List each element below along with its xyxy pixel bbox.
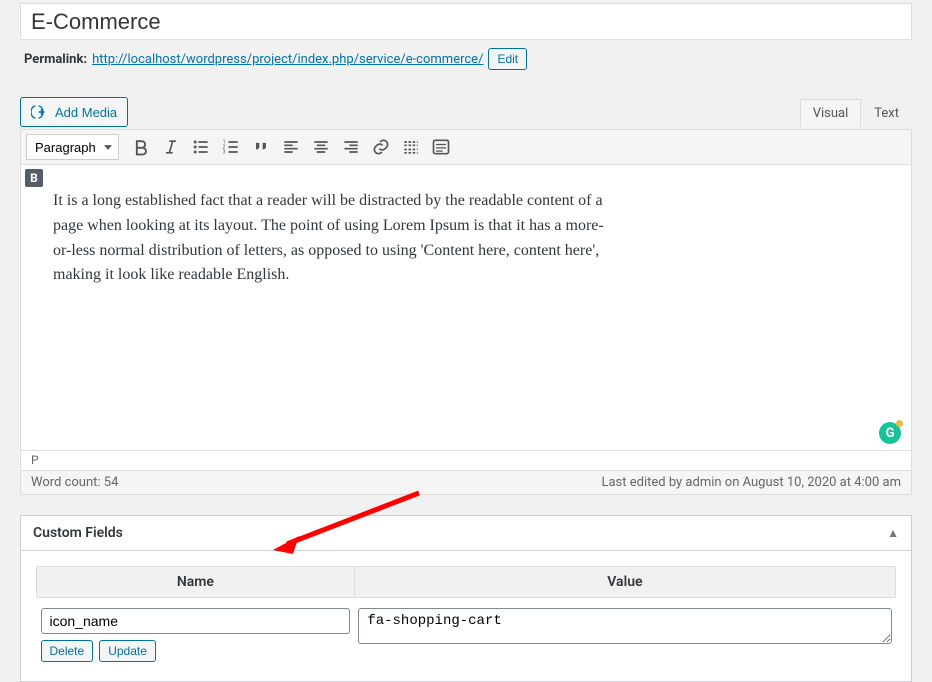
last-edited: Last edited by admin on August 10, 2020 … — [601, 475, 901, 490]
custom-fields-title: Custom Fields — [33, 525, 123, 541]
media-row: Add Media Visual Text — [20, 97, 912, 127]
grammarly-icon[interactable]: G — [879, 422, 901, 444]
toolbar-toggle-icon[interactable] — [427, 133, 455, 161]
numbered-list-icon[interactable]: 123 — [217, 133, 245, 161]
format-select[interactable]: Paragraph — [26, 134, 119, 160]
bullet-list-icon[interactable] — [187, 133, 215, 161]
add-media-button[interactable]: Add Media — [20, 97, 128, 127]
editor-tabs: Visual Text — [800, 99, 912, 127]
add-media-label: Add Media — [55, 105, 117, 120]
tab-visual[interactable]: Visual — [800, 99, 862, 127]
permalink-edit-button[interactable]: Edit — [488, 48, 527, 70]
custom-fields-header[interactable]: Custom Fields ▲ — [21, 516, 911, 551]
custom-fields-body: Name Value Delete Update — [21, 551, 911, 681]
custom-fields-panel: Custom Fields ▲ Name Value Delete Update — [20, 515, 912, 682]
collapse-icon[interactable]: ▲ — [887, 526, 899, 540]
link-icon[interactable] — [367, 133, 395, 161]
svg-text:3: 3 — [223, 150, 226, 156]
col-value-header: Value — [354, 567, 895, 598]
more-icon[interactable] — [397, 133, 425, 161]
element-path-bar: P — [20, 451, 912, 471]
permalink-row: Permalink: http://localhost/wordpress/pr… — [20, 46, 912, 72]
align-left-icon[interactable] — [277, 133, 305, 161]
custom-fields-table: Name Value Delete Update — [36, 566, 896, 666]
tab-text[interactable]: Text — [861, 99, 912, 127]
cf-update-button[interactable]: Update — [99, 640, 156, 662]
cf-name-input[interactable] — [41, 608, 351, 634]
media-icon — [31, 103, 49, 121]
italic-icon[interactable] — [157, 133, 185, 161]
editor-toolbar: Paragraph 123 — [20, 129, 912, 165]
align-center-icon[interactable] — [307, 133, 335, 161]
bold-icon[interactable] — [127, 133, 155, 161]
permalink-label: Permalink: — [24, 52, 87, 67]
cf-value-textarea[interactable] — [358, 608, 891, 644]
editor-status-bar: Word count: 54 Last edited by admin on A… — [20, 471, 912, 495]
editor-content[interactable]: It is a long established fact that a rea… — [21, 165, 641, 298]
blockquote-icon[interactable] — [247, 133, 275, 161]
permalink-url[interactable]: http://localhost/wordpress/project/index… — [92, 52, 483, 67]
table-row: Delete Update — [37, 598, 896, 667]
word-count: Word count: 54 — [31, 475, 118, 490]
editor-mode-badge: B — [25, 169, 43, 187]
cf-delete-button[interactable]: Delete — [41, 640, 94, 662]
col-name-header: Name — [37, 567, 355, 598]
editor-body[interactable]: B It is a long established fact that a r… — [20, 165, 912, 451]
title-input-container — [20, 3, 912, 40]
align-right-icon[interactable] — [337, 133, 365, 161]
post-title-input[interactable] — [31, 8, 901, 35]
